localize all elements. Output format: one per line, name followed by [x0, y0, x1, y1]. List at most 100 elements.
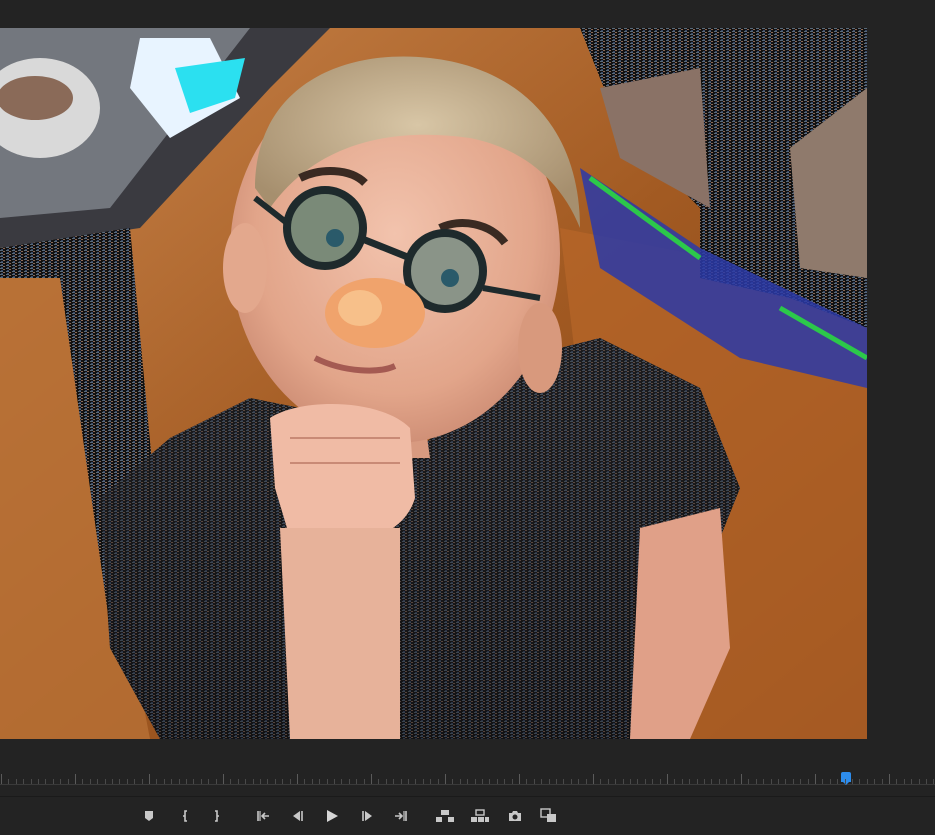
ruler-tick [415, 779, 416, 784]
go-to-in-button[interactable] [251, 804, 275, 828]
compare-icon [540, 808, 556, 822]
playhead-handle[interactable] [841, 772, 851, 785]
ruler-tick [808, 779, 809, 784]
ruler-tick [297, 774, 298, 784]
ruler-tick [933, 779, 934, 784]
ruler-tick [16, 779, 17, 784]
add-marker-button[interactable] [137, 804, 161, 828]
ruler-tick [142, 779, 143, 784]
compare-view-button[interactable] [537, 804, 561, 828]
step-back-button[interactable] [285, 804, 309, 828]
ruler-tick [793, 779, 794, 784]
ruler-tick [534, 779, 535, 784]
ruler-tick [660, 779, 661, 784]
ruler-tick [290, 779, 291, 784]
ruler-tick [482, 779, 483, 784]
ruler-tick [423, 779, 424, 784]
ruler-tick [386, 779, 387, 784]
ruler-tick [112, 779, 113, 784]
ruler-tick [127, 779, 128, 784]
ruler-tick [171, 779, 172, 784]
ruler-tick [667, 774, 668, 784]
ruler-tick [452, 779, 453, 784]
ruler-tick [785, 779, 786, 784]
ruler-tick [867, 779, 868, 784]
ruler-tick [393, 779, 394, 784]
video-frame[interactable] [0, 28, 867, 739]
ruler-tick [105, 779, 106, 784]
export-frame-button[interactable] [503, 804, 527, 828]
play-icon [327, 810, 338, 822]
extract-button[interactable] [468, 804, 492, 828]
ruler-tick [882, 779, 883, 784]
ruler-tick [512, 779, 513, 784]
ruler-tick [408, 779, 409, 784]
ruler-tick [615, 779, 616, 784]
ruler-tick [38, 779, 39, 784]
transport-controls [0, 800, 935, 832]
ruler-tick [726, 779, 727, 784]
ruler-tick [637, 779, 638, 784]
ruler-tick [201, 779, 202, 784]
ruler-tick [467, 779, 468, 784]
ruler-tick [193, 779, 194, 784]
ruler-tick [874, 779, 875, 784]
lift-button[interactable] [433, 804, 457, 828]
ruler-tick [1, 774, 2, 784]
ruler-tick [97, 779, 98, 784]
marker-icon [145, 811, 153, 821]
mark-in-button[interactable] [173, 804, 197, 828]
ruler-tick [896, 779, 897, 784]
go-to-out-button[interactable] [389, 804, 413, 828]
ruler-tick [608, 779, 609, 784]
ruler-tick [149, 774, 150, 784]
extract-icon [471, 809, 489, 822]
ruler-tick [852, 779, 853, 784]
ruler-tick [563, 779, 564, 784]
ruler-tick [926, 779, 927, 784]
camera-icon [509, 811, 521, 821]
ruler-tick [60, 779, 61, 784]
ruler-tick [711, 779, 712, 784]
play-button[interactable] [320, 804, 344, 828]
program-monitor [0, 0, 935, 835]
ruler-tick [645, 779, 646, 784]
ruler-tick [186, 779, 187, 784]
ruler-tick [75, 774, 76, 784]
ruler-tick [260, 779, 261, 784]
ruler-tick [245, 779, 246, 784]
mark-out-button[interactable] [205, 804, 229, 828]
ruler-tick [475, 779, 476, 784]
ruler-tick [460, 779, 461, 784]
step-forward-icon [362, 811, 372, 821]
step-forward-button[interactable] [356, 804, 380, 828]
ruler-tick [23, 779, 24, 784]
ruler-tick [134, 779, 135, 784]
ruler-tick [748, 779, 749, 784]
ruler-tick [586, 779, 587, 784]
ruler-tick [45, 779, 46, 784]
ruler-tick [763, 779, 764, 784]
ruler-tick [571, 779, 572, 784]
ruler-tick [356, 779, 357, 784]
timeline-ruler[interactable] [0, 768, 935, 786]
ruler-tick [578, 779, 579, 784]
ruler-tick [556, 779, 557, 784]
mark-in-icon [183, 810, 187, 822]
video-frame-image [0, 28, 867, 739]
ruler-tick [156, 779, 157, 784]
ruler-tick [267, 779, 268, 784]
ruler-tick [800, 779, 801, 784]
ruler-tick [919, 779, 920, 784]
step-back-icon [293, 811, 303, 821]
ruler-tick [911, 779, 912, 784]
ruler-tick [519, 774, 520, 784]
ruler-tick [526, 779, 527, 784]
ruler-tick [719, 779, 720, 784]
ruler-tick [830, 779, 831, 784]
ruler-tick [771, 779, 772, 784]
ruler-tick [541, 779, 542, 784]
ruler-tick [734, 779, 735, 784]
ruler-tick [697, 779, 698, 784]
ruler-tick [445, 774, 446, 784]
